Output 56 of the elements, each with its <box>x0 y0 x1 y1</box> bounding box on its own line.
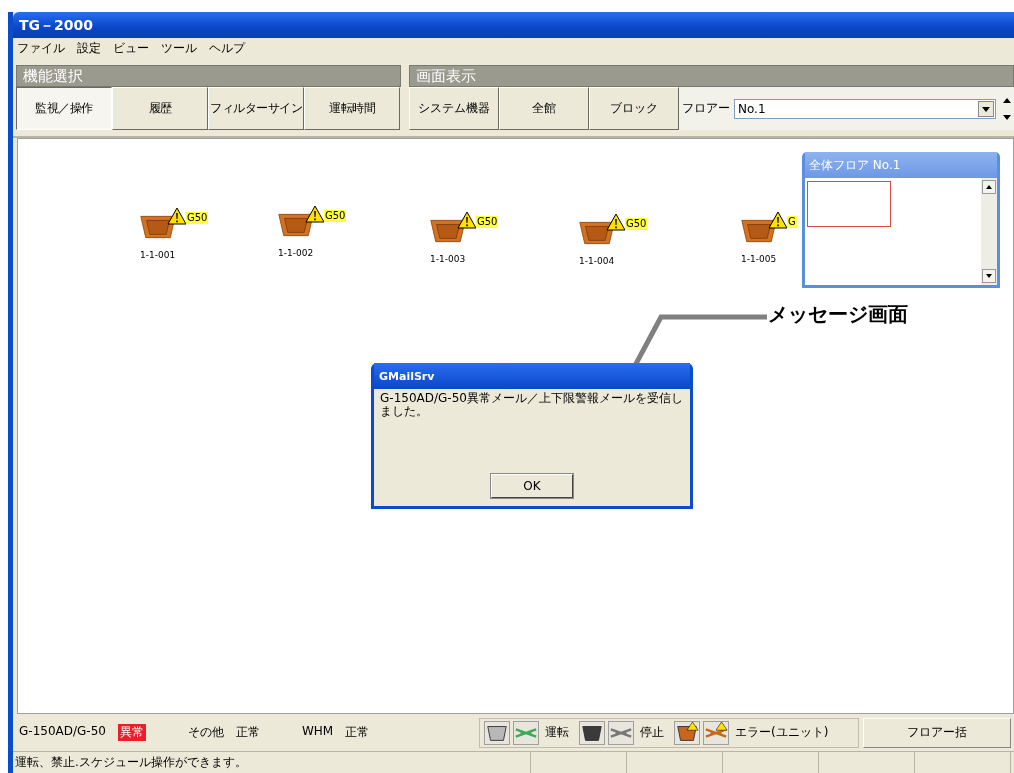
menu-item[interactable]: 設定 <box>77 39 101 57</box>
fan-icon <box>608 720 634 745</box>
air-conditioner-icon[interactable] <box>278 211 314 239</box>
menu-item[interactable]: ビュー <box>113 39 149 57</box>
air-conditioner-icon[interactable] <box>579 219 615 247</box>
panel-header: 画面表示 <box>409 65 1014 87</box>
legend-label: 停止 <box>640 724 664 741</box>
status-name: WHM <box>301 724 334 740</box>
function-tab[interactable]: 運転時間 <box>304 87 400 130</box>
status-message: 運転、禁止.スケジュール操作ができます。 <box>13 752 531 773</box>
unit-label: 1-1-002 <box>278 248 314 258</box>
function-tab[interactable]: 履歴 <box>112 87 208 130</box>
controller-badge: G50 <box>476 216 499 228</box>
floor-label: フロアー <box>682 100 730 117</box>
viewport-rectangle[interactable] <box>807 181 891 227</box>
callout-label: メッセージ画面 <box>768 301 908 328</box>
fan-icon <box>513 720 539 745</box>
scrollbar[interactable] <box>981 178 997 285</box>
air-conditioner-icon[interactable] <box>430 217 466 245</box>
legend-label: エラー(ユニット) <box>735 724 829 741</box>
window-title: TG－2000 <box>13 12 1014 38</box>
function-tab[interactable]: 監視／操作 <box>16 87 112 130</box>
controller-badge: G <box>787 216 797 228</box>
status-name: その他 <box>187 724 224 741</box>
display-button[interactable]: 全館 <box>499 87 589 130</box>
function-tab[interactable]: フィルターサイン <box>208 87 304 130</box>
controller-badge: G50 <box>625 218 648 230</box>
menu-item[interactable]: ヘルプ <box>209 39 245 57</box>
status-value: 異常 <box>117 724 146 741</box>
menu-item[interactable]: ツール <box>161 39 197 57</box>
unit-label: 1-1-004 <box>579 256 615 266</box>
menu-item[interactable]: ファイル <box>17 39 65 57</box>
unit-label: 1-1-003 <box>430 254 466 264</box>
dialog-title: GMailSrv <box>374 363 690 389</box>
air-conditioner-icon[interactable] <box>741 217 777 245</box>
status-name: G-150AD/G-50 <box>19 724 106 740</box>
controller-badge: G50 <box>186 212 209 224</box>
legend-label: 運転 <box>545 724 569 741</box>
floor-all-button[interactable]: フロアー括 <box>863 717 1011 748</box>
unit-label: 1-1-005 <box>741 254 777 264</box>
display-button[interactable]: ブロック <box>589 87 679 130</box>
floor-dropdown[interactable]: No.1 <box>734 98 996 119</box>
air-conditioner-icon[interactable] <box>140 213 176 241</box>
fan-icon <box>703 720 729 745</box>
unit-label: 1-1-001 <box>140 250 176 260</box>
ok-button[interactable]: OK <box>491 474 573 498</box>
controller-badge: G50 <box>324 210 347 222</box>
status-value: 正常 <box>235 724 260 741</box>
panel-header: 機能選択 <box>16 65 401 87</box>
dialog-message: G-150AD/G-50異常メール／上下限警報メールを受信しました。 <box>380 392 684 420</box>
unit-icon <box>484 720 510 745</box>
unit-icon <box>674 720 700 745</box>
display-button[interactable]: システム機器 <box>409 87 499 130</box>
unit-icon <box>579 720 605 745</box>
status-value: 正常 <box>345 724 370 741</box>
overview-title: 全体フロア No.1 <box>805 152 997 178</box>
